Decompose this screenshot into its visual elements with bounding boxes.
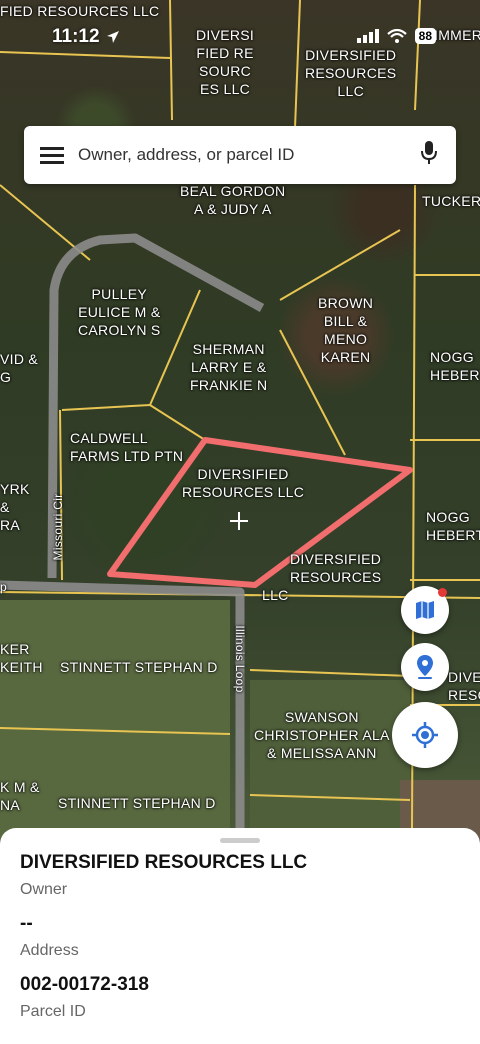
parcel-label: TUCKER	[422, 193, 480, 209]
parcel-label: IMMER	[434, 27, 480, 43]
parcel-label: NOGG HEBERT	[430, 349, 480, 383]
menu-icon[interactable]	[40, 143, 64, 168]
parcel-id-label: Parcel ID	[20, 1003, 86, 1020]
parcel-label: VID & G	[0, 351, 39, 385]
parcel-details-sheet[interactable]: DIVERSIFIED RESOURCES LLC Owner -- Addre…	[0, 828, 480, 1044]
parcel-label: KER KEITH	[0, 641, 43, 675]
sheet-drag-handle[interactable]	[220, 838, 260, 843]
address-label: Address	[20, 942, 79, 959]
parcel-label: BEAL GORDON A & JUDY A	[180, 183, 286, 217]
location-arrow-icon	[106, 30, 120, 49]
map-layers-button[interactable]	[401, 586, 449, 634]
crosshair-icon	[230, 512, 248, 530]
search-input[interactable]: Owner, address, or parcel ID	[78, 145, 420, 165]
notification-dot	[438, 588, 447, 597]
location-pin-icon	[417, 655, 433, 679]
parcel-label: SWANSON CHRISTOPHER ALA & MELISSA ANN	[254, 709, 390, 761]
status-icons: 88	[356, 28, 436, 44]
road-label-illinois-loop: Illinois Loop	[233, 625, 247, 693]
parcel-label: SHERMAN LARRY E & FRANKIE N	[190, 341, 268, 393]
status-time: 11:12	[52, 26, 100, 47]
wifi-icon	[386, 29, 407, 43]
my-location-icon	[412, 722, 438, 748]
selected-parcel-label: DIVERSIFIED RESOURCES LLC	[182, 466, 305, 500]
signal-icon	[356, 29, 379, 43]
search-bar[interactable]: Owner, address, or parcel ID	[24, 126, 456, 184]
parcel-id-value: 002-00172-318	[20, 974, 149, 995]
parcel-label: YRK & RA	[0, 481, 30, 533]
road-label-partial: p	[0, 580, 7, 594]
road-label-missouri-cir: Missouri Cir	[51, 493, 65, 561]
microphone-icon[interactable]	[420, 140, 438, 171]
map-layers-icon	[416, 601, 434, 619]
owner-value: DIVERSIFIED RESOURCES LLC	[20, 852, 308, 873]
parcel-label: DIVERSI FIED RE SOURC ES LLC	[196, 27, 255, 97]
address-value: --	[20, 913, 33, 934]
parcel-label: LLC	[262, 587, 289, 603]
parcel-label: CALDWELL FARMS LTD PTN	[70, 430, 184, 464]
parcel-label: K M & NA	[0, 779, 40, 813]
parcel-label: DIVERSIFIED RESOURCES LLC	[305, 47, 397, 99]
parcel-label: FIED RESOURCES LLC	[0, 3, 160, 19]
parcel-label: PULLEY EULICE M & CAROLYN S	[78, 286, 161, 338]
parcel-label: DIVERSIFIED RESOURCES	[290, 551, 382, 585]
location-pin-button[interactable]	[401, 643, 449, 691]
owner-label: Owner	[20, 881, 68, 898]
parcel-label: STINNETT STEPHAN D	[60, 659, 218, 675]
parcel-label: NOGG HEBERT	[426, 509, 480, 543]
my-location-button[interactable]	[392, 702, 458, 768]
parcel-label: STINNETT STEPHAN D	[58, 795, 216, 811]
battery-indicator: 88	[414, 28, 436, 44]
parcel-label: DIVE RESO	[448, 669, 480, 703]
parcel-label: BROWN BILL & MENO KAREN	[318, 295, 374, 365]
